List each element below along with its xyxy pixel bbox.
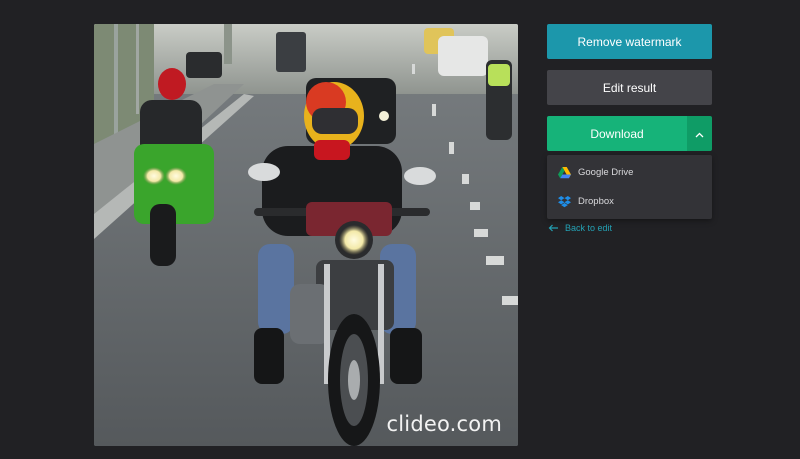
back-to-edit-link[interactable]: Back to edit (548, 223, 712, 233)
edit-result-button[interactable]: Edit result (547, 70, 712, 105)
remove-watermark-label: Remove watermark (577, 34, 682, 49)
result-preview: clideo.com (94, 24, 518, 446)
chevron-up-icon (695, 125, 704, 143)
watermark-text: clideo.com (386, 412, 502, 436)
dropbox-icon (557, 195, 571, 209)
menu-item-google-drive[interactable]: Google Drive (547, 158, 712, 187)
menu-item-dropbox[interactable]: Dropbox (547, 187, 712, 216)
remove-watermark-button[interactable]: Remove watermark (547, 24, 712, 59)
download-label: Download (590, 126, 644, 141)
download-group: Download (547, 116, 712, 151)
download-menu: Google Drive Dropbox (547, 155, 712, 219)
edit-result-label: Edit result (602, 80, 657, 95)
menu-item-label: Google Drive (578, 167, 634, 178)
back-to-edit-label: Back to edit (565, 223, 613, 233)
motorcycle-photo (94, 24, 518, 446)
arrow-left-icon (548, 224, 559, 232)
menu-item-label: Dropbox (578, 196, 614, 207)
download-button[interactable]: Download (547, 116, 687, 151)
download-menu-toggle[interactable] (687, 116, 712, 151)
action-panel: Remove watermark Edit result Download Go… (547, 24, 712, 233)
google-drive-icon (557, 166, 571, 180)
